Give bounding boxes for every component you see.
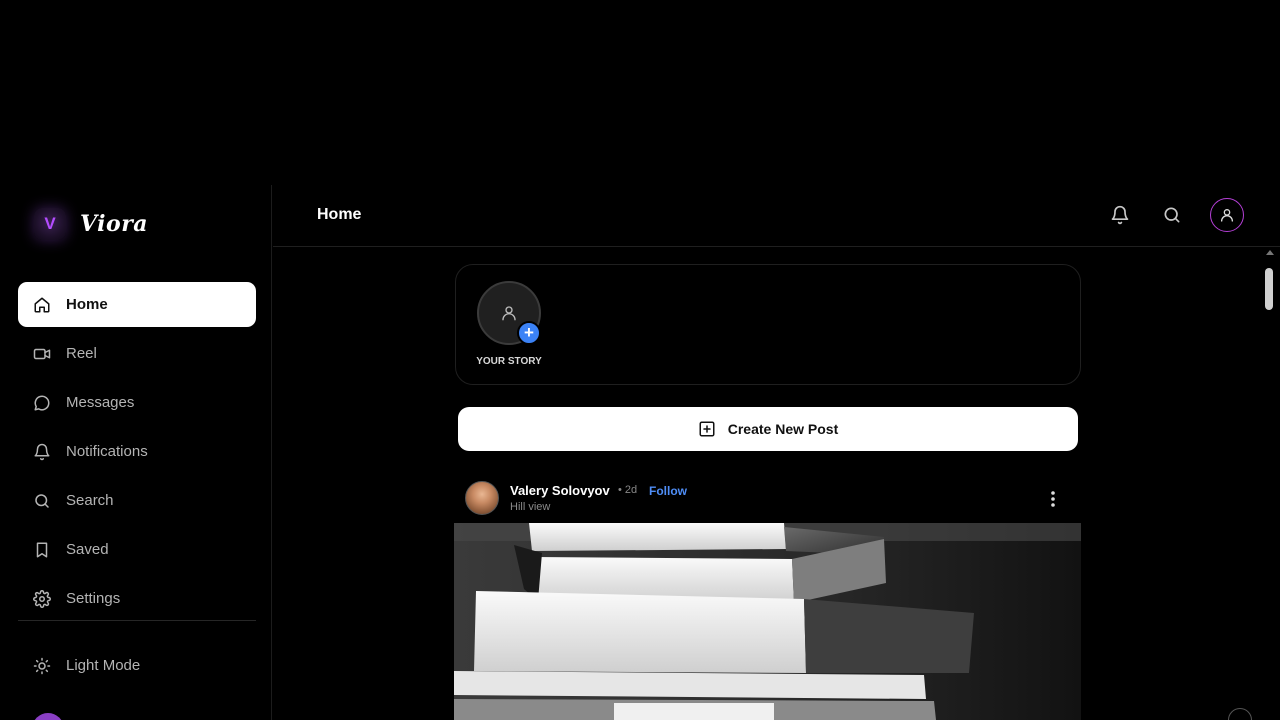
bookmark-icon [36,542,48,557]
post-header: Valery Solovyov • 2d Follow Hill view [465,481,1075,517]
bell-icon [34,443,50,460]
home-icon [34,297,50,312]
sidebar-item-messages[interactable]: Messages [18,380,256,425]
top-bar: Home [273,185,1280,247]
message-icon [34,395,50,410]
post-time: • 2d [618,484,638,496]
brand-name: Viora [80,211,149,237]
search-icon [1164,207,1180,223]
sidebar-item-label: Messages [66,394,135,411]
post-image[interactable] [454,523,1081,720]
scroll-thumb[interactable] [1265,268,1273,310]
stories-panel: + YOUR STORY [455,264,1081,385]
page-title: Home [317,206,362,223]
sidebar-user-avatar[interactable] [32,713,64,720]
theme-toggle[interactable]: Light Mode [18,643,256,692]
story-label: YOUR STORY [476,356,542,367]
theme-toggle-label: Light Mode [66,657,141,674]
sidebar-item-label: Search [66,492,114,509]
sidebar-item-search[interactable]: Search [18,478,256,523]
notifications-button[interactable] [1110,205,1130,225]
sidebar-item-label: Notifications [66,443,148,460]
sidebar-nav: Home Reel Messages Notifications Search … [18,282,256,625]
scroll-to-top-button[interactable] [1228,708,1252,720]
sidebar-item-settings[interactable]: Settings [18,576,256,621]
sidebar-item-home[interactable]: Home [18,282,256,327]
user-icon [1221,209,1233,222]
scroll-up-arrow-icon[interactable] [1266,250,1274,255]
create-post-label: Create New Post [727,421,839,437]
sun-icon [33,657,51,674]
sidebar-item-reel[interactable]: Reel [18,331,256,376]
user-icon [502,306,516,321]
sidebar-item-label: Reel [66,345,97,362]
sidebar-item-notifications[interactable]: Notifications [18,429,256,474]
brand[interactable]: V Viora [34,208,148,240]
brand-logo: V [34,208,66,240]
post-author-name[interactable]: Valery Solovyov [510,483,610,498]
sidebar-divider [18,620,256,621]
story-avatar[interactable]: + [477,281,541,345]
sidebar-item-saved[interactable]: Saved [18,527,256,572]
theme-toggle-row[interactable]: Light Mode [18,643,256,688]
search-button[interactable] [1162,205,1182,225]
sidebar-item-label: Saved [66,541,109,558]
add-story-button[interactable]: + [517,321,541,345]
sidebar: V Viora Home Reel Messages Notifications… [0,185,272,720]
search-icon [35,493,49,508]
feed-scrollbar[interactable] [1263,248,1275,720]
plus-square-icon [699,421,715,437]
create-post-button[interactable]: Create New Post [458,407,1078,451]
post-photo-books [454,523,1081,720]
sidebar-item-label: Settings [66,590,121,607]
bell-icon [1111,205,1129,225]
kebab-menu-icon [1051,491,1055,507]
post-location: Hill view [510,501,551,513]
follow-button[interactable]: Follow [649,484,687,498]
post-author-avatar[interactable] [465,481,499,515]
profile-button[interactable] [1210,198,1244,232]
sidebar-item-label: Home [66,296,108,313]
more-options-icon[interactable] [1045,489,1061,509]
video-icon [33,348,51,359]
your-story[interactable]: + YOUR STORY [476,281,542,367]
gear-icon [33,589,51,608]
